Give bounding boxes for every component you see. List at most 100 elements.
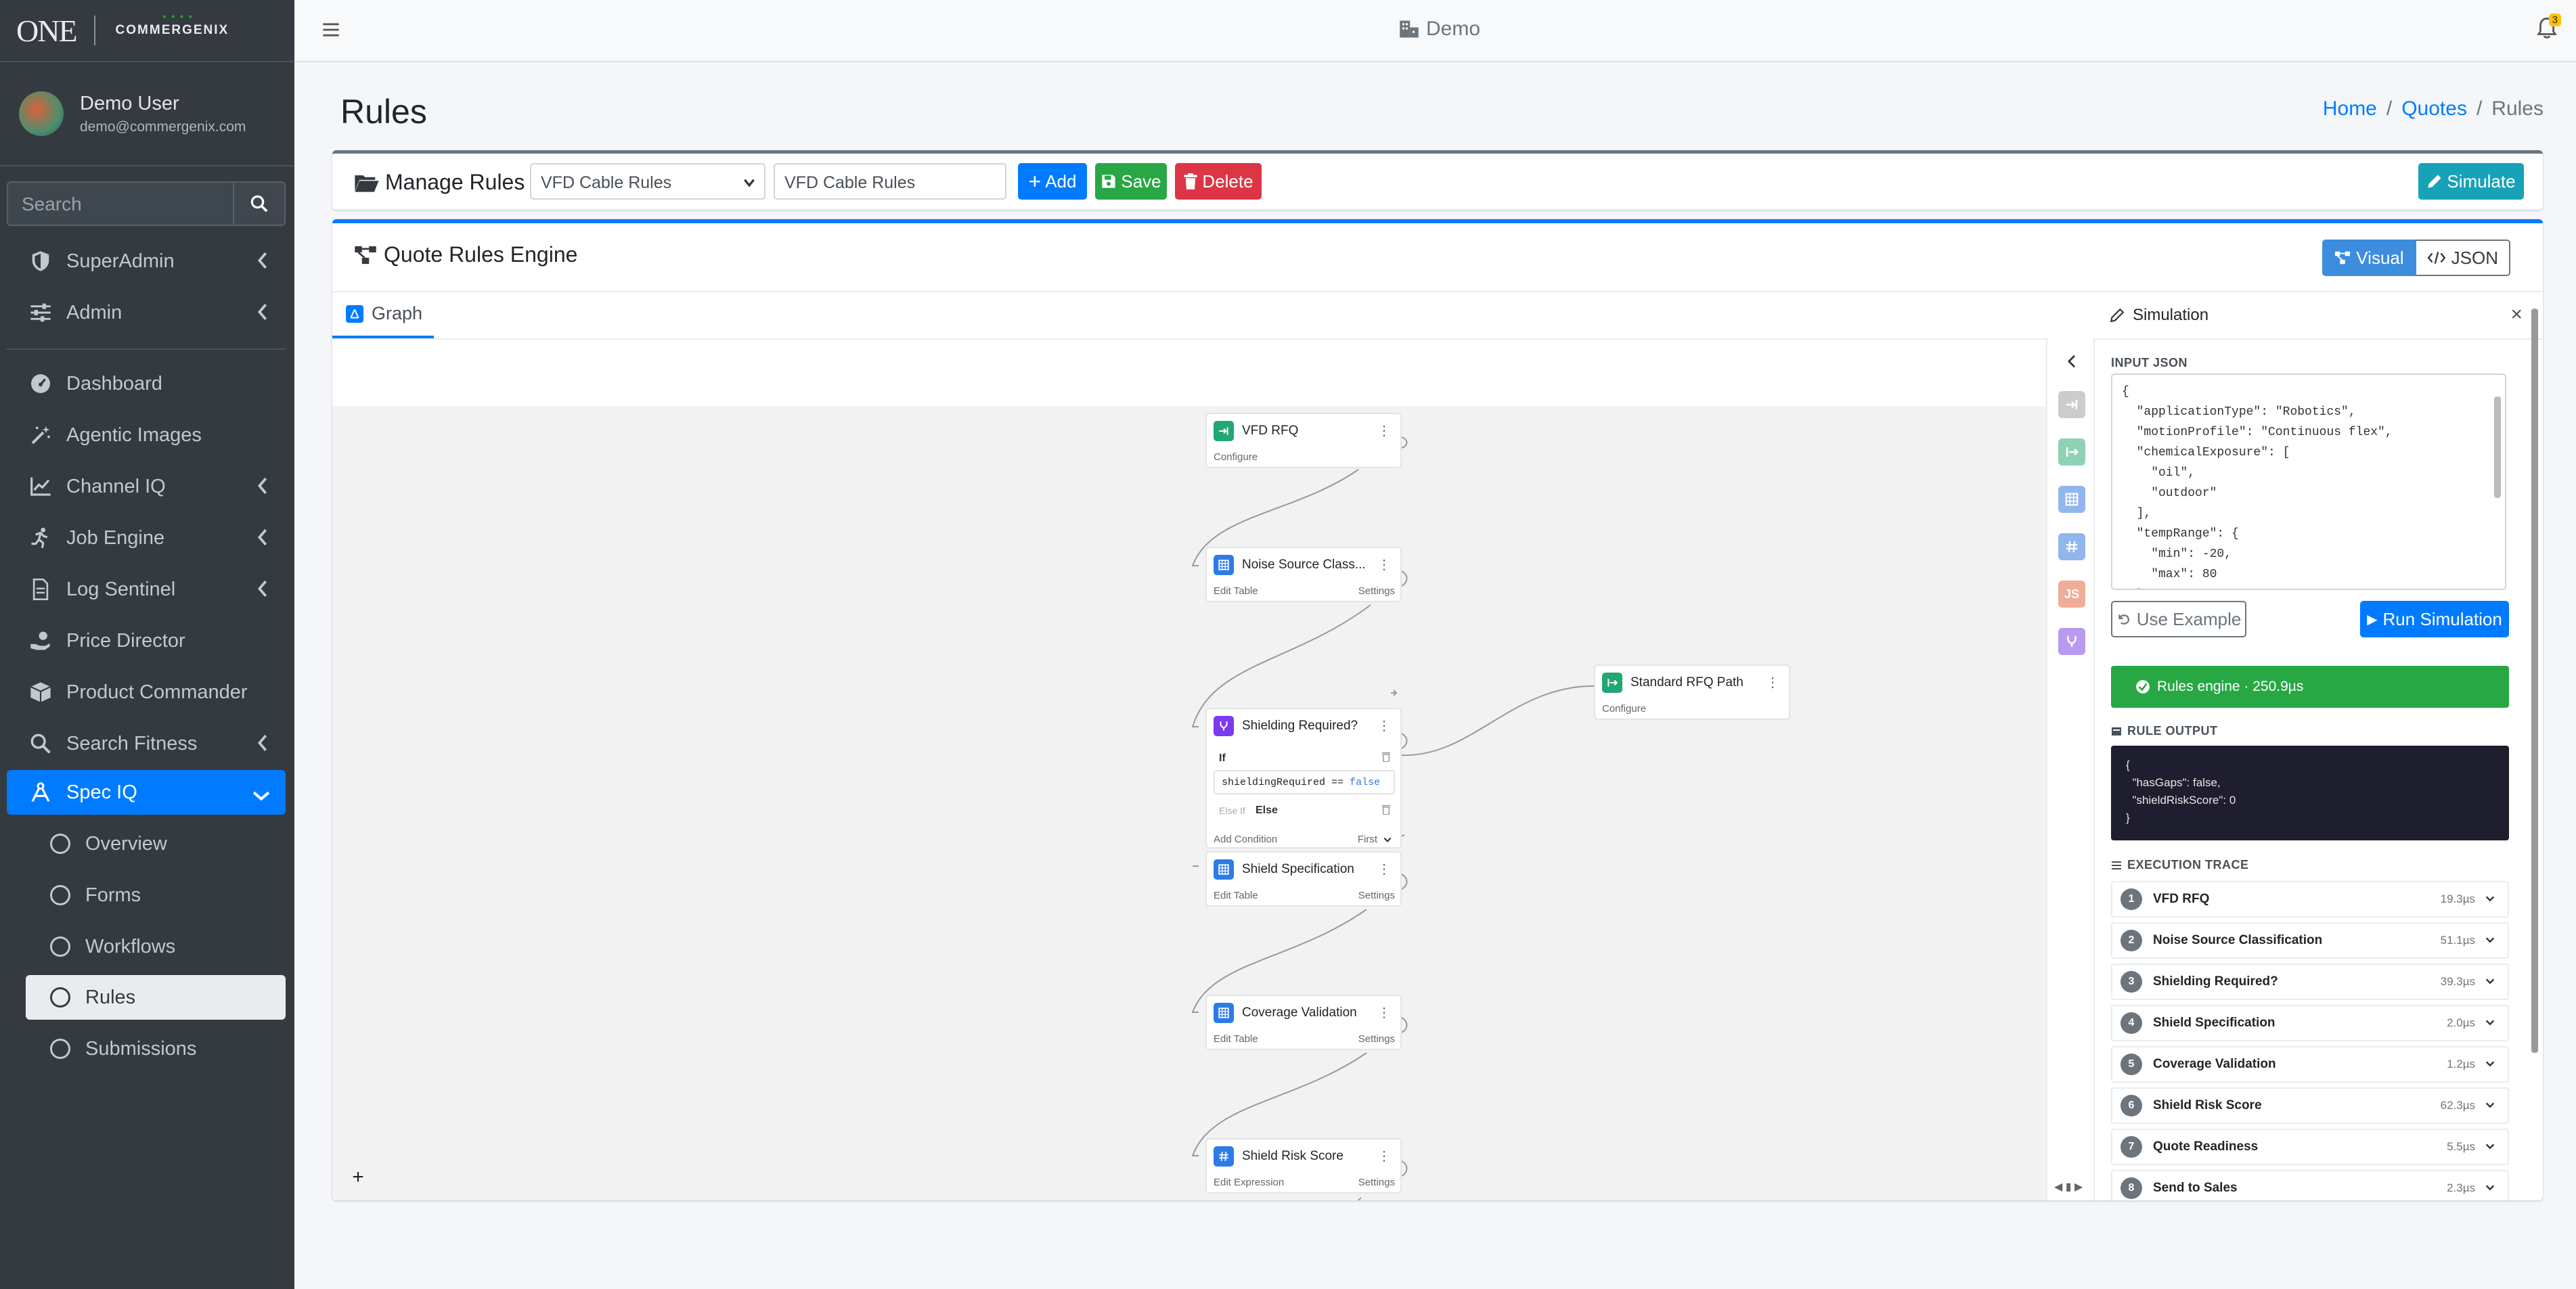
zoom-out-button[interactable]: − <box>345 1191 372 1200</box>
sidebar-item-product-commander[interactable]: Product Commander <box>7 670 286 715</box>
node-settings-link[interactable]: Settings <box>1358 1177 1395 1188</box>
zoom-in-button[interactable]: + <box>345 1164 372 1191</box>
node-shield-risk-score[interactable]: Shield Risk Score ⋮ Edit Expression Sett… <box>1205 1138 1402 1194</box>
notifications-button[interactable]: 3 <box>2537 14 2561 43</box>
rule-output-viewer: { "hasGaps": false, "shieldRiskScore": 0… <box>2111 746 2509 840</box>
node-vfd-rfq[interactable]: VFD RFQ ⋮ Configure <box>1205 413 1402 468</box>
node-noise-source[interactable]: Noise Source Class... ⋮ Edit Table Setti… <box>1205 547 1402 602</box>
scrollbar-thumb[interactable] <box>2531 309 2538 1053</box>
hash-icon <box>1214 1146 1234 1167</box>
run-simulation-button[interactable]: ▶ Run Simulation <box>2360 601 2509 637</box>
trace-row[interactable]: 4 Shield Specification 2.0µs <box>2111 1005 2509 1041</box>
sidebar-item-log-sentinel[interactable]: Log Sentinel <box>7 567 286 612</box>
node-settings-link[interactable]: Settings <box>1358 585 1395 597</box>
add-condition-link[interactable]: Add Condition <box>1214 834 1277 845</box>
add-expression-node-button[interactable] <box>2058 533 2085 560</box>
editor-scrollbar[interactable] <box>2493 383 2502 583</box>
line-chart-icon <box>28 474 53 499</box>
brand[interactable]: ONE • • • • COMMERGENIX <box>0 0 294 62</box>
scrollbar-thumb[interactable] <box>2494 397 2501 498</box>
node-settings-link[interactable]: Settings <box>1358 1033 1395 1045</box>
add-input-node-button[interactable] <box>2058 391 2085 418</box>
palette-scroll-arrows[interactable]: ◀ ▮ ▶ <box>2054 1180 2083 1194</box>
user-panel[interactable]: Demo User demo@commergenix.com <box>0 62 294 166</box>
sidebar-item-channel-iq[interactable]: Channel IQ <box>7 464 286 509</box>
list-icon <box>2112 861 2121 869</box>
collapse-panel-button[interactable] <box>2058 348 2085 375</box>
trace-row[interactable]: 2 Noise Source Classification 51.1µs <box>2111 922 2509 959</box>
node-footer-link[interactable]: Configure <box>1214 451 1258 463</box>
trace-row[interactable]: 3 Shielding Required? 39.3µs <box>2111 964 2509 1000</box>
sidebar-subitem-submissions[interactable]: Submissions <box>26 1026 286 1071</box>
node-footer-link[interactable]: Edit Table <box>1214 890 1258 901</box>
trace-row[interactable]: 5 Coverage Validation 1.2µs <box>2111 1046 2509 1083</box>
kebab-menu-icon[interactable]: ⋮ <box>1377 556 1391 573</box>
chevron-down-icon <box>2485 1141 2495 1155</box>
search-input[interactable]: Search <box>7 181 233 226</box>
floppy-icon <box>1102 175 1115 188</box>
search-button[interactable] <box>233 181 286 226</box>
sidebar-subitem-overview[interactable]: Overview <box>26 821 286 866</box>
trash-icon[interactable] <box>1381 751 1391 766</box>
sidebar-item-job-engine[interactable]: Job Engine <box>7 516 286 560</box>
sidebar-subitem-workflows[interactable]: Workflows <box>26 924 286 969</box>
hit-policy-select[interactable]: First <box>1358 834 1377 845</box>
visual-toggle-button[interactable]: Visual <box>2322 240 2416 276</box>
add-output-node-button[interactable] <box>2058 438 2085 466</box>
graph-canvas[interactable]: VFD RFQ ⋮ Configure Noise Source Class..… <box>332 406 2046 1200</box>
kebab-menu-icon[interactable]: ⋮ <box>1377 1004 1391 1021</box>
input-json-editor[interactable]: { "applicationType": "Robotics", "motion… <box>2111 374 2506 590</box>
kebab-menu-icon[interactable]: ⋮ <box>1377 717 1391 734</box>
kebab-menu-icon[interactable]: ⋮ <box>1377 861 1391 878</box>
add-table-node-button[interactable] <box>2058 486 2085 513</box>
page-title: Rules <box>340 93 427 131</box>
user-email: demo@commergenix.com <box>80 118 246 135</box>
kebab-menu-icon[interactable]: ⋮ <box>1377 422 1391 439</box>
menu-toggle-button[interactable] <box>321 20 340 43</box>
sidebar-item-admin[interactable]: Admin <box>7 290 286 335</box>
breadcrumb-quotes[interactable]: Quotes <box>2401 97 2467 120</box>
kebab-menu-icon[interactable]: ⋮ <box>1766 674 1779 691</box>
trace-row[interactable]: 8 Send to Sales 2.3µs <box>2111 1170 2509 1200</box>
tab-graph[interactable]: Graph <box>346 303 422 324</box>
condition-expression-input[interactable]: shieldingRequired == false <box>1214 770 1395 794</box>
add-switch-node-button[interactable] <box>2058 628 2085 655</box>
simulate-button[interactable]: Simulate <box>2418 163 2524 200</box>
trace-row[interactable]: 7 Quote Readiness 5.5µs <box>2111 1129 2509 1165</box>
breadcrumb-home[interactable]: Home <box>2323 97 2377 120</box>
node-footer-link[interactable]: Edit Table <box>1214 1033 1258 1045</box>
sidebar-item-agentic-images[interactable]: Agentic Images <box>7 413 286 457</box>
save-button[interactable]: Save <box>1095 163 1167 200</box>
close-icon[interactable]: × <box>2510 303 2523 326</box>
sidebar-item-spec-iq[interactable]: Spec IQ <box>7 770 286 815</box>
node-footer-link[interactable]: Edit Expression <box>1214 1177 1284 1188</box>
sidebar-subitem-rules[interactable]: Rules <box>26 975 286 1020</box>
node-standard-rfq-path[interactable]: Standard RFQ Path ⋮ Configure <box>1594 664 1790 720</box>
rule-select[interactable]: VFD Cable Rules <box>530 163 765 200</box>
sidebar-item-search-fitness[interactable]: Search Fitness <box>7 721 286 766</box>
simulation-scrollbar[interactable] <box>2527 295 2542 1195</box>
use-example-button[interactable]: Use Example <box>2111 601 2246 637</box>
node-shield-specification[interactable]: Shield Specification ⋮ Edit Table Settin… <box>1205 851 1402 907</box>
node-settings-link[interactable]: Settings <box>1358 890 1395 901</box>
trace-row[interactable]: 1 VFD RFQ 19.3µs <box>2111 881 2509 918</box>
node-shielding-required[interactable]: Shielding Required? ⋮ If shieldingRequir… <box>1205 708 1402 849</box>
delete-button[interactable]: Delete <box>1175 163 1262 200</box>
add-button[interactable]: + Add <box>1018 163 1087 200</box>
node-footer-link[interactable]: Edit Table <box>1214 585 1258 597</box>
trace-row[interactable]: 6 Shield Risk Score 62.3µs <box>2111 1087 2509 1124</box>
node-footer-link[interactable]: Configure <box>1602 703 1646 715</box>
sidebar-item-label: Dashboard <box>66 372 162 394</box>
sidebar-item-price-director[interactable]: Price Director <box>7 618 286 663</box>
add-function-node-button[interactable]: JS <box>2058 581 2085 608</box>
sidebar-item-superadmin[interactable]: SuperAdmin <box>7 239 286 284</box>
node-coverage-validation[interactable]: Coverage Validation ⋮ Edit Table Setting… <box>1205 995 1402 1050</box>
else-label: Else <box>1256 805 1278 816</box>
json-toggle-button[interactable]: JSON <box>2416 240 2510 276</box>
sidebar-item-label: Log Sentinel <box>66 578 176 600</box>
trash-icon[interactable] <box>1381 804 1391 819</box>
rule-name-input[interactable]: VFD Cable Rules <box>774 163 1006 200</box>
sidebar-item-dashboard[interactable]: Dashboard <box>7 361 286 406</box>
sidebar-subitem-forms[interactable]: Forms <box>26 873 286 918</box>
kebab-menu-icon[interactable]: ⋮ <box>1377 1148 1391 1164</box>
